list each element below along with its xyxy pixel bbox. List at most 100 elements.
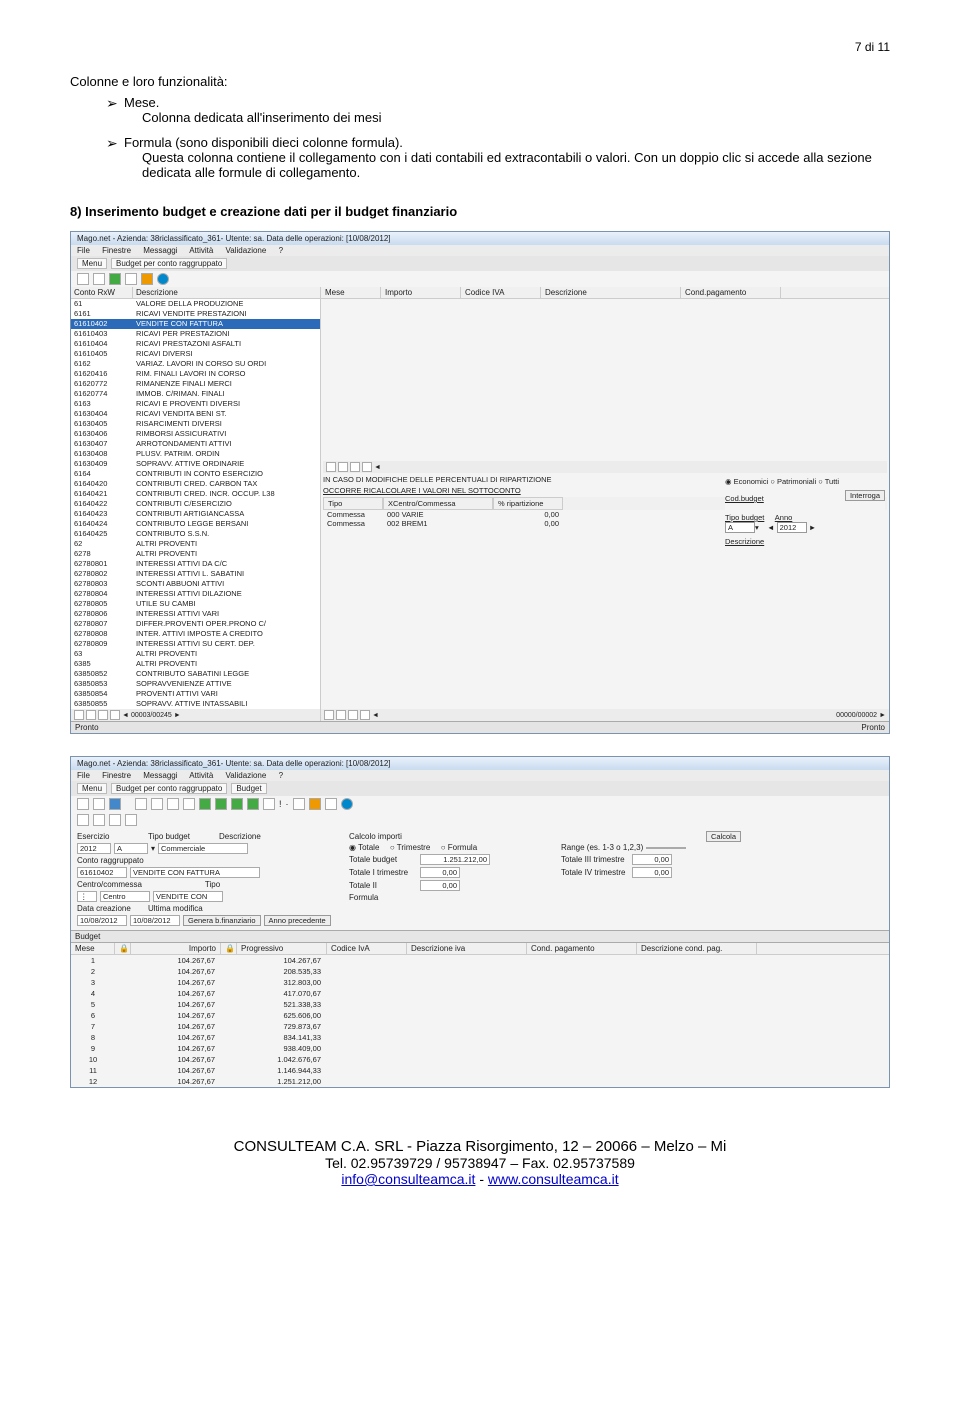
col-codiceiva[interactable]: Codice IvA <box>327 943 407 954</box>
budget-row[interactable]: 7104.267,67729.873,67 <box>71 1021 889 1032</box>
list-row[interactable]: 61640425CONTRIBUTO S.S.N. <box>71 529 320 539</box>
menu-attivita[interactable]: Attività <box>189 246 213 255</box>
list-row[interactable]: 63850853SOPRAVVENIENZE ATTIVE <box>71 679 320 689</box>
list-row[interactable]: 62780809INTERESSI ATTIVI SU CERT. DEP. <box>71 639 320 649</box>
ticon[interactable] <box>125 814 137 826</box>
list-row[interactable]: 63850852CONTRIBUTO SABATINI LEGGE <box>71 669 320 679</box>
budget-row[interactable]: 10104.267,671.042.676,67 <box>71 1054 889 1065</box>
budget-row[interactable]: 2104.267,67208.535,33 <box>71 966 889 977</box>
radio-formula[interactable]: ○ Formula <box>441 843 477 852</box>
list-row[interactable]: 61610405RICAVI DIVERSI <box>71 349 320 359</box>
list-row[interactable]: 61630404RICAVI VENDITA BENI ST. <box>71 409 320 419</box>
ticon[interactable] <box>93 798 105 810</box>
budget-row[interactable]: 5104.267,67521.338,33 <box>71 999 889 1010</box>
list-row[interactable]: 62780807DIFFER.PROVENTI OPER.PRONO C/ <box>71 619 320 629</box>
list-row[interactable]: 6163RICAVI E PROVENTI DIVERSI <box>71 399 320 409</box>
menu-file[interactable]: File <box>77 771 90 780</box>
list-row[interactable]: 61630409SOPRAVV. ATTIVE ORDINARIE <box>71 459 320 469</box>
select-tipo[interactable]: A <box>725 522 755 533</box>
menu-finestre[interactable]: Finestre <box>102 771 131 780</box>
menu-attivita[interactable]: Attività <box>189 771 213 780</box>
val-conto-code[interactable]: 61610402 <box>77 867 127 878</box>
ticon[interactable] <box>215 798 227 810</box>
ticon[interactable] <box>135 798 147 810</box>
ticon[interactable] <box>77 814 89 826</box>
list-row[interactable]: 61630407ARROTONDAMENTI ATTIVI <box>71 439 320 449</box>
ticon[interactable] <box>293 798 305 810</box>
col-header-desc[interactable]: Descrizione <box>133 287 320 298</box>
budget-row[interactable]: 8104.267,67834.141,33 <box>71 1032 889 1043</box>
budget-row[interactable]: 1104.267,67104.267,67 <box>71 955 889 966</box>
col-desccondpag[interactable]: Descrizione cond. pag. <box>637 943 757 954</box>
menu-help[interactable]: ? <box>279 246 283 255</box>
save-icon[interactable] <box>109 798 121 810</box>
val-centro[interactable]: Centro <box>100 891 150 902</box>
radio-totale[interactable]: ◉ Totale <box>349 843 379 852</box>
col-rip[interactable]: % ripartizione <box>493 497 563 510</box>
ticon[interactable] <box>109 814 121 826</box>
list-row[interactable]: 61VALORE DELLA PRODUZIONE <box>71 299 320 309</box>
budget-row[interactable]: 9104.267,67938.409,00 <box>71 1043 889 1054</box>
accounts-list[interactable]: Conto RxW Descrizione 61VALORE DELLA PRO… <box>71 287 321 721</box>
list-row[interactable]: 61620416RIM. FINALI LAVORI IN CORSO <box>71 369 320 379</box>
list-row[interactable]: 62780805UTILE SU CAMBI <box>71 599 320 609</box>
list-row[interactable]: 63850854PROVENTI ATTIVI VARI <box>71 689 320 699</box>
list-row[interactable]: 6278ALTRI PROVENTI <box>71 549 320 559</box>
menu-finestre[interactable]: Finestre <box>102 246 131 255</box>
menu-messaggi[interactable]: Messaggi <box>143 771 177 780</box>
budget-row[interactable]: 3104.267,67312.803,00 <box>71 977 889 988</box>
val-esercizio[interactable]: 2012 <box>77 843 111 854</box>
list-row[interactable]: 6164CONTRIBUTI IN CONTO ESERCIZIO <box>71 469 320 479</box>
centro-toggle[interactable]: ⋮ <box>77 891 97 902</box>
list-row[interactable]: 62780806INTERESSI ATTIVI VARI <box>71 609 320 619</box>
toolbar-icon[interactable] <box>93 273 105 285</box>
col-mese[interactable]: Mese <box>321 287 381 298</box>
menu-messaggi[interactable]: Messaggi <box>143 246 177 255</box>
menu-file[interactable]: File <box>77 246 90 255</box>
budget-row[interactable]: 11104.267,671.146.944,33 <box>71 1065 889 1076</box>
ticon[interactable] <box>77 798 89 810</box>
list-row[interactable]: 62ALTRI PROVENTI <box>71 539 320 549</box>
radio-trimestre[interactable]: ○ Trimestre <box>390 843 430 852</box>
val-tot3[interactable]: 0,00 <box>632 854 672 865</box>
menu-validazione[interactable]: Validazione <box>226 246 267 255</box>
tab-budget-conto[interactable]: Budget per conto raggruppato <box>111 783 227 794</box>
list-row[interactable]: 62780808INTER. ATTIVI IMPOSTE A CREDITO <box>71 629 320 639</box>
ticon[interactable] <box>199 798 211 810</box>
menu-validazione[interactable]: Validazione <box>226 771 267 780</box>
list-row[interactable]: 61640424CONTRIBUTO LEGGE BERSANI <box>71 519 320 529</box>
list-row[interactable]: 61640422CONTRIBUTI C/ESERCIZIO <box>71 499 320 509</box>
ticon[interactable] <box>309 798 321 810</box>
list-row[interactable]: 63ALTRI PROVENTI <box>71 649 320 659</box>
tab-budget[interactable]: Budget <box>231 783 266 794</box>
list-row[interactable]: 63850855SOPRAVV. ATTIVE INTASSABILI <box>71 699 320 709</box>
col-lock-icon[interactable]: 🔒 <box>115 943 131 954</box>
ticon[interactable] <box>167 798 179 810</box>
ticon[interactable] <box>247 798 259 810</box>
btn-anno-prec[interactable]: Anno precedente <box>264 915 331 926</box>
toolbar-icon[interactable] <box>77 273 89 285</box>
help-icon[interactable] <box>157 273 169 285</box>
list-row[interactable]: 6385ALTRI PROVENTI <box>71 659 320 669</box>
ticon[interactable] <box>231 798 243 810</box>
col-importo[interactable]: Importo <box>381 287 461 298</box>
val-totbudget[interactable]: 1.251.212,00 <box>420 854 490 865</box>
tab-menu[interactable]: Menu <box>77 783 107 794</box>
list-row[interactable]: 61610402VENDITE CON FATTURA <box>71 319 320 329</box>
list-row[interactable]: 61610403RICAVI PER PRESTAZIONI <box>71 329 320 339</box>
ticon[interactable] <box>263 798 275 810</box>
budget-row[interactable]: 4104.267,67417.070,67 <box>71 988 889 999</box>
list-row[interactable]: 61630408PLUSV. PATRIM. ORDIN <box>71 449 320 459</box>
list-row[interactable]: 61640423CONTRIBUTI ARTIGIANCASSA <box>71 509 320 519</box>
menu-bar[interactable]: File Finestre Messaggi Attività Validazi… <box>71 770 889 781</box>
col-header-code[interactable]: Conto RxW <box>71 287 133 298</box>
budget-tab-header[interactable]: Budget <box>71 930 889 943</box>
btn-calcola[interactable]: Calcola <box>706 831 741 842</box>
col-condpag[interactable]: Cond. pagamento <box>527 943 637 954</box>
radio-tutti[interactable]: ○ Tutti <box>818 477 839 486</box>
col-tipo[interactable]: Tipo <box>323 497 383 510</box>
ticon[interactable] <box>151 798 163 810</box>
menu-bar[interactable]: File Finestre Messaggi Attività Validazi… <box>71 245 889 256</box>
col-lock-icon[interactable]: 🔒 <box>221 943 237 954</box>
footer-web[interactable]: www.consulteamca.it <box>488 1171 619 1187</box>
